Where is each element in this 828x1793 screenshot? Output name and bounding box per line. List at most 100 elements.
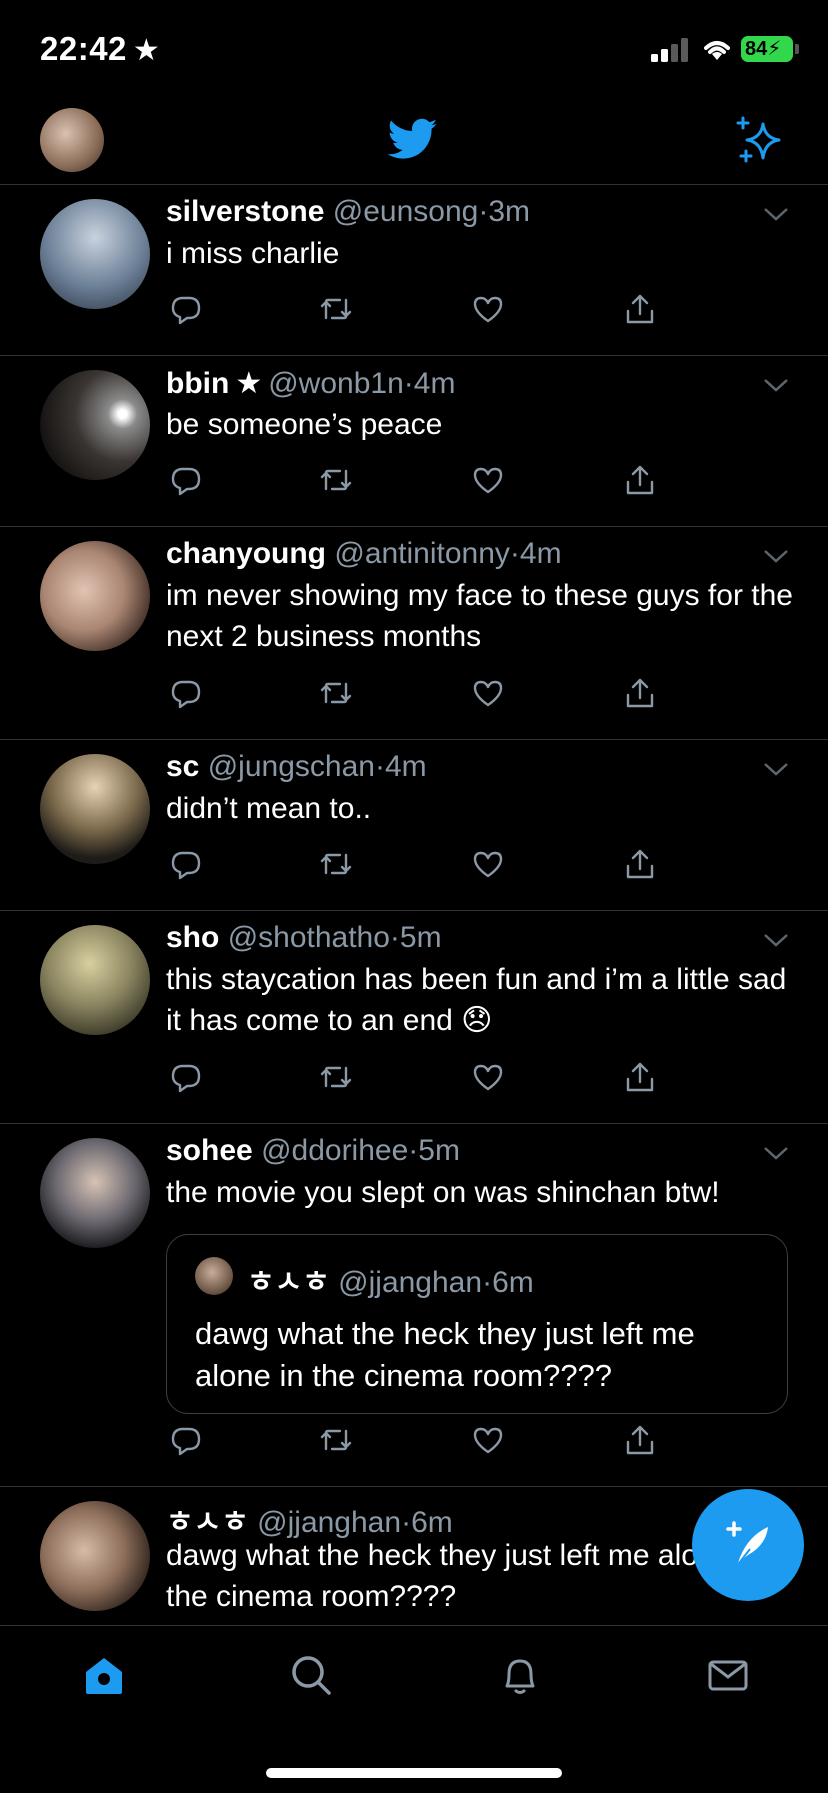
compose-tweet-button[interactable] [692, 1489, 804, 1601]
quoted-author-name[interactable]: ㅎㅅㅎ [247, 1266, 330, 1299]
reply-icon[interactable] [168, 675, 204, 711]
chevron-down-icon[interactable] [762, 547, 790, 565]
home-icon[interactable] [81, 1652, 127, 1698]
reply-icon[interactable] [168, 462, 204, 498]
tweet[interactable]: bbin ★ @wonb1n·4m be someone’s peace [0, 356, 828, 527]
chevron-down-icon[interactable] [762, 205, 790, 223]
retweet-icon[interactable] [318, 462, 354, 498]
chevron-down-icon[interactable] [762, 1144, 790, 1162]
cellular-signal-icon [651, 38, 688, 62]
like-heart-icon[interactable] [470, 1059, 506, 1095]
author-name[interactable]: sohee [166, 1134, 253, 1167]
quoted-time: 6m [492, 1266, 534, 1299]
quoted-avatar[interactable] [195, 1257, 233, 1295]
timeline-feed[interactable]: silverstone @eunsong·3m i miss charlie b… [0, 185, 828, 1637]
share-icon[interactable] [622, 675, 658, 711]
tweet[interactable]: sho @shothatho·5m this staycation has be… [0, 911, 828, 1124]
like-heart-icon[interactable] [470, 675, 506, 711]
share-icon[interactable] [622, 291, 658, 327]
reply-icon[interactable] [168, 1059, 204, 1095]
status-bar: 22:42 ★ 84⚡ [0, 0, 828, 100]
wifi-icon [704, 41, 730, 60]
tweet-actions [166, 462, 666, 498]
tweet-actions [166, 291, 666, 327]
retweet-icon[interactable] [318, 846, 354, 882]
like-heart-icon[interactable] [470, 846, 506, 882]
tweet-header: sc @jungschan·4m [166, 750, 427, 783]
tweet-time: 3m [488, 195, 531, 228]
retweet-icon[interactable] [318, 675, 354, 711]
tweet-time: 5m [418, 1134, 460, 1167]
twitter-bird-icon[interactable] [385, 114, 441, 164]
tweet[interactable]: sc @jungschan·4m didn’t mean to.. [0, 740, 828, 911]
profile-avatar[interactable] [40, 108, 104, 172]
share-icon[interactable] [622, 462, 658, 498]
reply-icon[interactable] [168, 1422, 204, 1458]
search-icon[interactable] [288, 1652, 334, 1698]
tweet-time: 5m [399, 921, 442, 954]
avatar[interactable] [40, 1501, 150, 1611]
tweet-text: this staycation has been fun and i’m a l… [166, 963, 787, 1037]
battery-tip [795, 44, 799, 54]
star-badge-icon: ★ [235, 367, 263, 400]
like-heart-icon[interactable] [470, 1422, 506, 1458]
author-name[interactable]: silverstone [166, 195, 324, 228]
author-handle[interactable]: @antinitonny [334, 537, 510, 570]
author-handle[interactable]: @ddorihee [261, 1134, 408, 1167]
avatar[interactable] [40, 1138, 150, 1248]
notifications-bell-icon[interactable] [497, 1652, 543, 1698]
tweet-header: sho @shothatho·5m [166, 921, 442, 954]
avatar[interactable] [40, 754, 150, 864]
share-icon[interactable] [622, 846, 658, 882]
author-name[interactable]: sho [166, 921, 219, 954]
compose-feather-icon [726, 1521, 768, 1568]
retweet-icon[interactable] [318, 1059, 354, 1095]
avatar[interactable] [40, 925, 150, 1035]
avatar[interactable] [40, 199, 150, 309]
tweet-time: 4m [519, 537, 562, 570]
tweet-text: didn’t mean to.. [166, 792, 372, 825]
reply-icon[interactable] [168, 291, 204, 327]
chevron-down-icon[interactable] [762, 760, 790, 778]
quoted-header: ㅎㅅㅎ @jjanghan·6m [247, 1266, 534, 1299]
tweet-header: bbin ★ @wonb1n·4m [166, 367, 456, 400]
author-handle[interactable]: @wonb1n [268, 367, 404, 400]
battery-indicator: 84⚡ [741, 36, 793, 62]
tweet-header: silverstone @eunsong·3m [166, 195, 531, 228]
tweet-header: sohee @ddorihee·5m [166, 1134, 460, 1167]
tweet[interactable]: silverstone @eunsong·3m i miss charlie [0, 185, 828, 356]
messages-mail-icon[interactable] [705, 1652, 751, 1698]
reply-icon[interactable] [168, 846, 204, 882]
avatar[interactable] [40, 541, 150, 651]
tweet-text: i miss charlie [166, 237, 340, 270]
like-heart-icon[interactable] [470, 291, 506, 327]
chevron-down-icon[interactable] [762, 376, 790, 394]
author-handle[interactable]: @jungschan [208, 750, 375, 783]
tweet-text: im never showing my face to these guys f… [166, 579, 793, 653]
author-handle[interactable]: @shothatho [228, 921, 390, 954]
tweet[interactable]: sohee @ddorihee·5m the movie you slept o… [0, 1124, 828, 1487]
like-heart-icon[interactable] [470, 462, 506, 498]
author-name[interactable]: chanyoung [166, 537, 326, 570]
app-header [0, 100, 828, 185]
retweet-icon[interactable] [318, 1422, 354, 1458]
tweet[interactable]: chanyoung @antinitonny·4m im never showi… [0, 527, 828, 740]
tweet-time: 4m [413, 367, 456, 400]
avatar[interactable] [40, 370, 150, 480]
tweet-actions [166, 846, 666, 882]
tweet-text: be someone’s peace [166, 408, 443, 441]
share-icon[interactable] [622, 1059, 658, 1095]
author-name[interactable]: sc [166, 750, 199, 783]
retweet-icon[interactable] [318, 291, 354, 327]
author-handle[interactable]: @eunsong [333, 195, 479, 228]
quoted-text: dawg what the heck they just left me alo… [195, 1316, 695, 1393]
tweet-header: chanyoung @antinitonny·4m [166, 537, 562, 570]
author-name[interactable]: bbin [166, 367, 229, 400]
tweet-actions [166, 1059, 666, 1095]
chevron-down-icon[interactable] [762, 931, 790, 949]
quoted-author-handle[interactable]: @jjanghan [338, 1266, 482, 1299]
home-indicator[interactable] [266, 1768, 562, 1778]
sparkle-icon[interactable] [735, 116, 785, 164]
share-icon[interactable] [622, 1422, 658, 1458]
quoted-tweet[interactable]: ㅎㅅㅎ @jjanghan·6m dawg what the heck they… [166, 1234, 788, 1414]
